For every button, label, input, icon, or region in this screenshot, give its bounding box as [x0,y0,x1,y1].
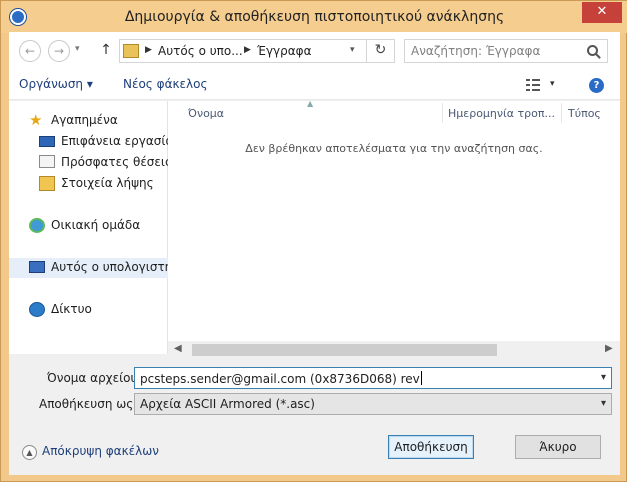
close-icon: ✕ [596,4,608,19]
sidebar-item-label: Στοιχεία λήψης [61,176,154,190]
recent-locations-dropdown-icon[interactable]: ▾ [75,44,80,54]
search-icon[interactable] [587,45,598,56]
horizontal-scrollbar[interactable]: ◀ ▶ [168,341,620,358]
filename-label: Όνομα αρχείου: [47,371,142,385]
recent-places-icon [39,155,55,168]
up-arrow-icon: ↑ [100,42,112,58]
scrollbar-thumb[interactable] [192,344,497,356]
file-list: ▲ Όνομα Ημερομηνία τροπ... Τύπος Δεν βρέ… [168,99,620,358]
column-header-date-modified[interactable]: Ημερομηνία τροπ... [448,107,555,120]
sidebar-item-label: Επιφάνεια εργασίας [61,134,181,148]
view-options-icon[interactable] [526,79,540,91]
save-as-type-label: Αποθήκευση ως: [39,397,138,411]
folder-icon [123,44,139,58]
save-button[interactable]: Αποθήκευση [388,435,474,459]
network-icon [29,302,45,317]
column-separator[interactable] [442,103,443,123]
computer-icon [29,261,45,273]
sidebar-item-label: Πρόσφατες θέσεις [61,155,173,169]
sidebar-item-label: Δίκτυο [51,302,92,316]
title-bar[interactable]: Δημιουργία & αποθήκευση πιστοποιητικού α… [1,1,627,33]
dialog-client-area: ← → ▾ ↑ ▶ Αυτός ο υπο... ▶ Έγγραφα ▾ ↻ Α… [9,32,620,475]
search-input[interactable] [411,43,581,59]
command-toolbar: Οργάνωση ▾ Νέος φάκελος ▾ ? [9,70,620,100]
sidebar-item-label: Αγαπημένα [51,113,118,127]
sidebar-item-this-pc[interactable]: Αυτός ο υπολογιστής [9,258,179,278]
save-form: Όνομα αρχείου: pcsteps.sender@gmail.com … [9,357,620,475]
refresh-icon: ↻ [374,42,387,58]
sidebar-item-network[interactable]: Δίκτυο [29,300,168,320]
sidebar-item-label: Αυτός ο υπολογιστής [51,260,180,274]
refresh-button[interactable]: ↻ [366,39,394,63]
sidebar-item-homegroup[interactable]: Οικιακή ομάδα [29,216,168,236]
scroll-right-icon[interactable]: ▶ [605,343,613,354]
desktop-icon [39,136,55,147]
forward-arrow-icon: → [53,44,65,58]
filename-dropdown-icon[interactable]: ▾ [601,372,606,383]
up-button[interactable]: ↑ [99,41,113,59]
save-as-type-value: Αρχεία ASCII Armored (*.asc) [140,397,315,411]
sidebar-item-recent-places[interactable]: Πρόσφατες θέσεις [39,153,172,173]
column-header-type[interactable]: Τύπος [568,107,601,120]
address-dropdown-icon[interactable]: ▾ [350,45,355,55]
sidebar-item-downloads[interactable]: Στοιχεία λήψης [39,174,168,194]
sidebar-item-favorites[interactable]: ★ Αγαπημένα [29,111,168,131]
back-arrow-icon: ← [24,44,36,58]
star-icon: ★ [29,111,43,129]
collapse-icon: ▲ [22,445,37,460]
new-folder-button[interactable]: Νέος φάκελος [123,77,208,91]
navigation-bar: ← → ▾ ↑ ▶ Αυτός ο υπο... ▶ Έγγραφα ▾ ↻ [9,32,620,70]
breadcrumb-chevron-icon[interactable]: ▶ [145,45,152,55]
save-as-type-select[interactable]: Αρχεία ASCII Armored (*.asc) ▾ [134,393,612,415]
view-dropdown-icon[interactable]: ▾ [550,79,555,89]
sort-ascending-icon: ▲ [307,99,314,108]
window-title: Δημιουργία & αποθήκευση πιστοποιητικού α… [124,9,505,25]
save-dialog-window: Δημιουργία & αποθήκευση πιστοποιητικού α… [0,0,627,482]
breadcrumb-chevron-icon[interactable]: ▶ [244,45,251,55]
filename-input[interactable]: pcsteps.sender@gmail.com (0x8736D068) re… [134,367,612,389]
column-separator[interactable] [561,103,562,123]
breadcrumb-documents[interactable]: Έγγραφα [257,44,312,58]
organize-button[interactable]: Οργάνωση ▾ [19,77,93,91]
scroll-left-icon[interactable]: ◀ [174,343,182,354]
navigation-pane: ★ Αγαπημένα Επιφάνεια εργασίας Πρόσφατες… [9,101,180,354]
address-bar[interactable]: ▶ Αυτός ο υπο... ▶ Έγγραφα ▾ [119,39,395,63]
text-caret [420,371,422,385]
cancel-button[interactable]: Άκυρο [515,435,601,459]
column-header-name[interactable]: Όνομα [188,107,224,120]
sidebar-item-label: Οικιακή ομάδα [51,218,141,232]
homegroup-icon [29,218,45,233]
empty-results-message: Δεν βρέθηκαν αποτελέσματα για την αναζήτ… [245,142,543,155]
close-button[interactable]: ✕ [582,2,622,23]
breadcrumb-this-pc[interactable]: Αυτός ο υπο... [158,44,243,58]
help-icon[interactable]: ? [589,78,604,93]
sidebar-item-desktop[interactable]: Επιφάνεια εργασίας [39,132,180,152]
hide-folders-label: Απόκρυψη φακέλων [42,444,159,458]
downloads-icon [39,176,55,191]
search-box[interactable] [404,39,608,63]
forward-button[interactable]: → [48,40,70,62]
save-as-type-dropdown-icon[interactable]: ▾ [601,398,606,409]
filename-value: pcsteps.sender@gmail.com (0x8736D068) re… [140,371,422,386]
back-button[interactable]: ← [19,40,41,62]
